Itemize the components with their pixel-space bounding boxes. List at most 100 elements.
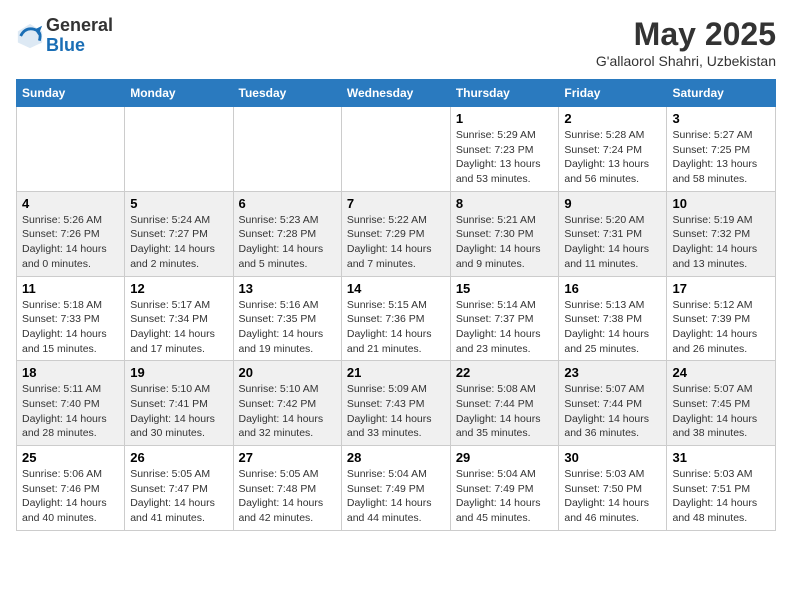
calendar-cell: 23Sunrise: 5:07 AMSunset: 7:44 PMDayligh… bbox=[559, 361, 667, 446]
calendar-cell: 24 Sunrise: 5:07 AMSunset: 7:45 PMDayligh… bbox=[667, 361, 776, 446]
day-number: 31 bbox=[672, 450, 770, 465]
day-info: Sunrise: 5:19 AMSunset: 7:32 PMDaylight:… bbox=[672, 213, 770, 272]
header-day-monday: Monday bbox=[125, 80, 233, 107]
day-number: 27 bbox=[239, 450, 336, 465]
day-info: Sunrise: 5:20 AMSunset: 7:31 PMDaylight:… bbox=[564, 213, 661, 272]
day-info: Sunrise: 5:12 AMSunset: 7:39 PMDaylight:… bbox=[672, 298, 770, 357]
calendar-cell: 27 Sunrise: 5:05 AMSunset: 7:48 PMDayligh… bbox=[233, 446, 341, 531]
week-row-4: 18 Sunrise: 5:11 AMSunset: 7:40 PMDayligh… bbox=[17, 361, 776, 446]
calendar-cell bbox=[17, 107, 125, 192]
day-number: 30 bbox=[564, 450, 661, 465]
day-number: 19 bbox=[130, 365, 227, 380]
calendar-cell: 31 Sunrise: 5:03 AMSunset: 7:51 PMDayligh… bbox=[667, 446, 776, 531]
header-day-sunday: Sunday bbox=[17, 80, 125, 107]
day-number: 12 bbox=[130, 281, 227, 296]
day-info: Sunrise: 5:22 AMSunset: 7:29 PMDaylight:… bbox=[347, 213, 445, 272]
page-header: General Blue May 2025 G'allaorol Shahri,… bbox=[16, 16, 776, 69]
logo-text: General Blue bbox=[46, 16, 113, 56]
day-number: 29 bbox=[456, 450, 554, 465]
day-number: 7 bbox=[347, 196, 445, 211]
day-number: 3 bbox=[672, 111, 770, 126]
header-day-saturday: Saturday bbox=[667, 80, 776, 107]
header-day-wednesday: Wednesday bbox=[341, 80, 450, 107]
week-row-2: 4 Sunrise: 5:26 AMSunset: 7:26 PMDaylight… bbox=[17, 191, 776, 276]
calendar-cell: 10 Sunrise: 5:19 AMSunset: 7:32 PMDayligh… bbox=[667, 191, 776, 276]
calendar-cell: 9 Sunrise: 5:20 AMSunset: 7:31 PMDaylight… bbox=[559, 191, 667, 276]
day-info: Sunrise: 5:11 AMSunset: 7:40 PMDaylight:… bbox=[22, 382, 119, 441]
day-info: Sunrise: 5:17 AMSunset: 7:34 PMDaylight:… bbox=[130, 298, 227, 357]
calendar-cell: 2Sunrise: 5:28 AMSunset: 7:24 PMDaylight… bbox=[559, 107, 667, 192]
day-number: 6 bbox=[239, 196, 336, 211]
calendar-cell: 14Sunrise: 5:15 AMSunset: 7:36 PMDayligh… bbox=[341, 276, 450, 361]
day-number: 4 bbox=[22, 196, 119, 211]
day-info: Sunrise: 5:03 AMSunset: 7:51 PMDaylight:… bbox=[672, 467, 770, 526]
day-info: Sunrise: 5:16 AMSunset: 7:35 PMDaylight:… bbox=[239, 298, 336, 357]
calendar-cell: 21Sunrise: 5:09 AMSunset: 7:43 PMDayligh… bbox=[341, 361, 450, 446]
day-info: Sunrise: 5:04 AMSunset: 7:49 PMDaylight:… bbox=[347, 467, 445, 526]
day-number: 8 bbox=[456, 196, 554, 211]
day-info: Sunrise: 5:10 AMSunset: 7:41 PMDaylight:… bbox=[130, 382, 227, 441]
day-number: 24 bbox=[672, 365, 770, 380]
day-info: Sunrise: 5:29 AMSunset: 7:23 PMDaylight:… bbox=[456, 128, 554, 187]
day-info: Sunrise: 5:27 AMSunset: 7:25 PMDaylight:… bbox=[672, 128, 770, 187]
day-info: Sunrise: 5:05 AMSunset: 7:48 PMDaylight:… bbox=[239, 467, 336, 526]
day-number: 25 bbox=[22, 450, 119, 465]
day-info: Sunrise: 5:26 AMSunset: 7:26 PMDaylight:… bbox=[22, 213, 119, 272]
day-info: Sunrise: 5:28 AMSunset: 7:24 PMDaylight:… bbox=[564, 128, 661, 187]
day-info: Sunrise: 5:24 AMSunset: 7:27 PMDaylight:… bbox=[130, 213, 227, 272]
day-info: Sunrise: 5:05 AMSunset: 7:47 PMDaylight:… bbox=[130, 467, 227, 526]
calendar-cell: 16 Sunrise: 5:13 AMSunset: 7:38 PMDayligh… bbox=[559, 276, 667, 361]
calendar-cell bbox=[341, 107, 450, 192]
day-number: 16 bbox=[564, 281, 661, 296]
calendar-cell: 3 Sunrise: 5:27 AMSunset: 7:25 PMDaylight… bbox=[667, 107, 776, 192]
calendar-cell: 15 Sunrise: 5:14 AMSunset: 7:37 PMDayligh… bbox=[450, 276, 559, 361]
calendar-cell: 22 Sunrise: 5:08 AMSunset: 7:44 PMDayligh… bbox=[450, 361, 559, 446]
day-number: 26 bbox=[130, 450, 227, 465]
day-number: 11 bbox=[22, 281, 119, 296]
day-info: Sunrise: 5:08 AMSunset: 7:44 PMDaylight:… bbox=[456, 382, 554, 441]
day-info: Sunrise: 5:13 AMSunset: 7:38 PMDaylight:… bbox=[564, 298, 661, 357]
day-info: Sunrise: 5:23 AMSunset: 7:28 PMDaylight:… bbox=[239, 213, 336, 272]
location: G'allaorol Shahri, Uzbekistan bbox=[596, 53, 776, 69]
logo: General Blue bbox=[16, 16, 113, 56]
calendar-cell: 29Sunrise: 5:04 AMSunset: 7:49 PMDayligh… bbox=[450, 446, 559, 531]
day-info: Sunrise: 5:14 AMSunset: 7:37 PMDaylight:… bbox=[456, 298, 554, 357]
day-number: 10 bbox=[672, 196, 770, 211]
day-info: Sunrise: 5:21 AMSunset: 7:30 PMDaylight:… bbox=[456, 213, 554, 272]
day-info: Sunrise: 5:18 AMSunset: 7:33 PMDaylight:… bbox=[22, 298, 119, 357]
title-block: May 2025 G'allaorol Shahri, Uzbekistan bbox=[596, 16, 776, 69]
calendar-cell: 12 Sunrise: 5:17 AMSunset: 7:34 PMDayligh… bbox=[125, 276, 233, 361]
day-info: Sunrise: 5:15 AMSunset: 7:36 PMDaylight:… bbox=[347, 298, 445, 357]
calendar-cell: 20 Sunrise: 5:10 AMSunset: 7:42 PMDayligh… bbox=[233, 361, 341, 446]
logo-icon bbox=[16, 22, 44, 50]
calendar-cell: 5Sunrise: 5:24 AMSunset: 7:27 PMDaylight… bbox=[125, 191, 233, 276]
calendar-cell: 6 Sunrise: 5:23 AMSunset: 7:28 PMDaylight… bbox=[233, 191, 341, 276]
calendar-cell: 11 Sunrise: 5:18 AMSunset: 7:33 PMDayligh… bbox=[17, 276, 125, 361]
day-number: 18 bbox=[22, 365, 119, 380]
calendar-cell: 18 Sunrise: 5:11 AMSunset: 7:40 PMDayligh… bbox=[17, 361, 125, 446]
day-number: 9 bbox=[564, 196, 661, 211]
day-number: 1 bbox=[456, 111, 554, 126]
calendar-cell: 17Sunrise: 5:12 AMSunset: 7:39 PMDayligh… bbox=[667, 276, 776, 361]
header-day-tuesday: Tuesday bbox=[233, 80, 341, 107]
calendar-cell: 8 Sunrise: 5:21 AMSunset: 7:30 PMDaylight… bbox=[450, 191, 559, 276]
calendar-cell: 26 Sunrise: 5:05 AMSunset: 7:47 PMDayligh… bbox=[125, 446, 233, 531]
day-number: 13 bbox=[239, 281, 336, 296]
day-number: 15 bbox=[456, 281, 554, 296]
day-info: Sunrise: 5:06 AMSunset: 7:46 PMDaylight:… bbox=[22, 467, 119, 526]
calendar-cell: 4 Sunrise: 5:26 AMSunset: 7:26 PMDaylight… bbox=[17, 191, 125, 276]
day-number: 20 bbox=[239, 365, 336, 380]
day-number: 22 bbox=[456, 365, 554, 380]
calendar-cell: 28 Sunrise: 5:04 AMSunset: 7:49 PMDayligh… bbox=[341, 446, 450, 531]
calendar-cell: 30Sunrise: 5:03 AMSunset: 7:50 PMDayligh… bbox=[559, 446, 667, 531]
day-info: Sunrise: 5:10 AMSunset: 7:42 PMDaylight:… bbox=[239, 382, 336, 441]
calendar-cell: 1 Sunrise: 5:29 AMSunset: 7:23 PMDaylight… bbox=[450, 107, 559, 192]
logo-general: General bbox=[46, 16, 113, 36]
week-row-1: 1 Sunrise: 5:29 AMSunset: 7:23 PMDaylight… bbox=[17, 107, 776, 192]
day-number: 23 bbox=[564, 365, 661, 380]
day-info: Sunrise: 5:07 AMSunset: 7:45 PMDaylight:… bbox=[672, 382, 770, 441]
calendar-cell bbox=[125, 107, 233, 192]
day-number: 28 bbox=[347, 450, 445, 465]
calendar-table: SundayMondayTuesdayWednesdayThursdayFrid… bbox=[16, 79, 776, 531]
calendar-cell: 13 Sunrise: 5:16 AMSunset: 7:35 PMDayligh… bbox=[233, 276, 341, 361]
